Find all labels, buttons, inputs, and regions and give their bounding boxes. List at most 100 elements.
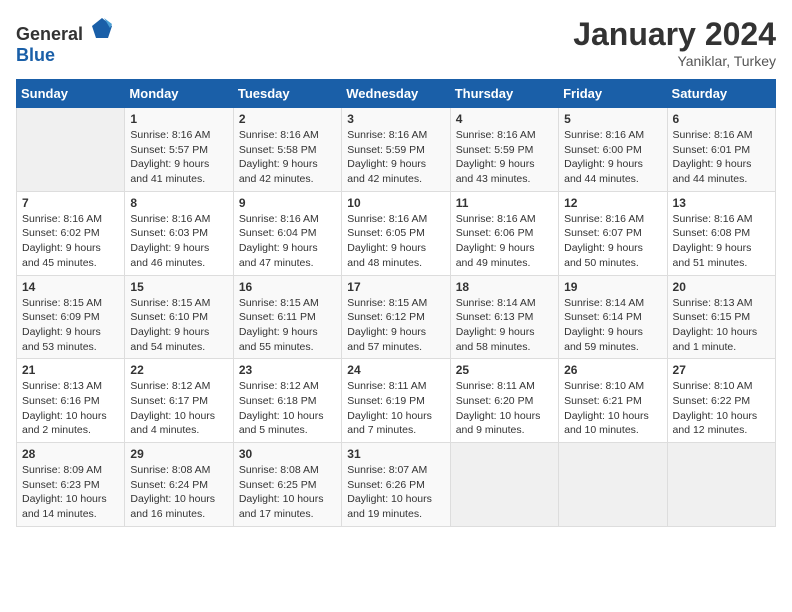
day-number: 15 xyxy=(130,280,227,294)
day-cell: 16 Sunrise: 8:15 AMSunset: 6:11 PMDayligh… xyxy=(233,275,341,359)
day-number: 8 xyxy=(130,196,227,210)
day-cell: 11 Sunrise: 8:16 AMSunset: 6:06 PMDayligh… xyxy=(450,191,558,275)
day-cell: 18 Sunrise: 8:14 AMSunset: 6:13 PMDayligh… xyxy=(450,275,558,359)
day-cell: 19 Sunrise: 8:14 AMSunset: 6:14 PMDayligh… xyxy=(559,275,667,359)
day-number: 9 xyxy=(239,196,336,210)
col-header-thursday: Thursday xyxy=(450,80,558,108)
day-cell: 29Sunrise: 8:08 AMSunset: 6:24 PMDayligh… xyxy=(125,443,233,527)
day-cell: 31 Sunrise: 8:07 AMSunset: 6:26 PMDayligh… xyxy=(342,443,450,527)
col-header-saturday: Saturday xyxy=(667,80,775,108)
day-info: Sunrise: 8:07 AMSunset: 6:26 PMDaylight:… xyxy=(347,463,444,522)
day-cell: 20 Sunrise: 8:13 AMSunset: 6:15 PMDayligh… xyxy=(667,275,775,359)
day-number: 14 xyxy=(22,280,119,294)
day-info: Sunrise: 8:16 AMSunset: 6:00 PMDaylight:… xyxy=(564,128,661,187)
day-info: Sunrise: 8:16 AMSunset: 5:59 PMDaylight:… xyxy=(456,128,553,187)
day-cell: 21Sunrise: 8:13 AMSunset: 6:16 PMDayligh… xyxy=(17,359,125,443)
day-number: 4 xyxy=(456,112,553,126)
day-cell: 8 Sunrise: 8:16 AMSunset: 6:03 PMDaylight… xyxy=(125,191,233,275)
day-cell: 5 Sunrise: 8:16 AMSunset: 6:00 PMDaylight… xyxy=(559,108,667,192)
day-number: 10 xyxy=(347,196,444,210)
day-info: Sunrise: 8:16 AMSunset: 6:08 PMDaylight:… xyxy=(673,212,770,271)
day-info: Sunrise: 8:11 AMSunset: 6:19 PMDaylight:… xyxy=(347,379,444,438)
day-info: Sunrise: 8:15 AMSunset: 6:12 PMDaylight:… xyxy=(347,296,444,355)
week-row-5: 28 Sunrise: 8:09 AMSunset: 6:23 PMDayligh… xyxy=(17,443,776,527)
day-info: Sunrise: 8:10 AMSunset: 6:22 PMDaylight:… xyxy=(673,379,770,438)
page-header: General Blue January 2024 Yaniklar, Turk… xyxy=(16,16,776,69)
day-info: Sunrise: 8:14 AMSunset: 6:14 PMDaylight:… xyxy=(564,296,661,355)
col-header-sunday: Sunday xyxy=(17,80,125,108)
day-number: 25 xyxy=(456,363,553,377)
day-info: Sunrise: 8:12 AMSunset: 6:17 PMDaylight:… xyxy=(130,379,227,438)
calendar-table: SundayMondayTuesdayWednesdayThursdayFrid… xyxy=(16,79,776,527)
day-cell xyxy=(17,108,125,192)
week-row-3: 14 Sunrise: 8:15 AMSunset: 6:09 PMDayligh… xyxy=(17,275,776,359)
day-cell: 4 Sunrise: 8:16 AMSunset: 5:59 PMDaylight… xyxy=(450,108,558,192)
day-info: Sunrise: 8:08 AMSunset: 6:24 PMDaylight:… xyxy=(130,463,227,522)
day-number: 22 xyxy=(130,363,227,377)
day-cell: 12 Sunrise: 8:16 AMSunset: 6:07 PMDayligh… xyxy=(559,191,667,275)
day-info: Sunrise: 8:13 AMSunset: 6:16 PMDaylight:… xyxy=(22,379,119,438)
logo-general: General xyxy=(16,24,83,44)
day-number: 31 xyxy=(347,447,444,461)
day-info: Sunrise: 8:16 AMSunset: 6:04 PMDaylight:… xyxy=(239,212,336,271)
day-number: 6 xyxy=(673,112,770,126)
day-number: 17 xyxy=(347,280,444,294)
day-number: 19 xyxy=(564,280,661,294)
day-info: Sunrise: 8:09 AMSunset: 6:23 PMDaylight:… xyxy=(22,463,119,522)
day-cell xyxy=(559,443,667,527)
day-cell: 1Sunrise: 8:16 AMSunset: 5:57 PMDaylight… xyxy=(125,108,233,192)
day-number: 11 xyxy=(456,196,553,210)
day-info: Sunrise: 8:16 AMSunset: 6:05 PMDaylight:… xyxy=(347,212,444,271)
day-info: Sunrise: 8:08 AMSunset: 6:25 PMDaylight:… xyxy=(239,463,336,522)
day-cell: 24 Sunrise: 8:11 AMSunset: 6:19 PMDayligh… xyxy=(342,359,450,443)
day-number: 5 xyxy=(564,112,661,126)
col-header-wednesday: Wednesday xyxy=(342,80,450,108)
day-info: Sunrise: 8:10 AMSunset: 6:21 PMDaylight:… xyxy=(564,379,661,438)
day-info: Sunrise: 8:15 AMSunset: 6:11 PMDaylight:… xyxy=(239,296,336,355)
day-number: 7 xyxy=(22,196,119,210)
day-cell xyxy=(450,443,558,527)
day-number: 30 xyxy=(239,447,336,461)
week-row-1: 1Sunrise: 8:16 AMSunset: 5:57 PMDaylight… xyxy=(17,108,776,192)
day-info: Sunrise: 8:15 AMSunset: 6:09 PMDaylight:… xyxy=(22,296,119,355)
day-info: Sunrise: 8:13 AMSunset: 6:15 PMDaylight:… xyxy=(673,296,770,355)
logo-icon xyxy=(90,16,114,40)
day-number: 16 xyxy=(239,280,336,294)
day-number: 20 xyxy=(673,280,770,294)
day-cell: 22 Sunrise: 8:12 AMSunset: 6:17 PMDayligh… xyxy=(125,359,233,443)
col-header-tuesday: Tuesday xyxy=(233,80,341,108)
day-cell: 15Sunrise: 8:15 AMSunset: 6:10 PMDayligh… xyxy=(125,275,233,359)
subtitle: Yaniklar, Turkey xyxy=(573,53,776,69)
day-cell: 6 Sunrise: 8:16 AMSunset: 6:01 PMDaylight… xyxy=(667,108,775,192)
day-info: Sunrise: 8:14 AMSunset: 6:13 PMDaylight:… xyxy=(456,296,553,355)
day-info: Sunrise: 8:16 AMSunset: 6:06 PMDaylight:… xyxy=(456,212,553,271)
day-number: 28 xyxy=(22,447,119,461)
day-number: 27 xyxy=(673,363,770,377)
day-cell: 14 Sunrise: 8:15 AMSunset: 6:09 PMDayligh… xyxy=(17,275,125,359)
day-number: 24 xyxy=(347,363,444,377)
day-info: Sunrise: 8:16 AMSunset: 6:01 PMDaylight:… xyxy=(673,128,770,187)
col-header-friday: Friday xyxy=(559,80,667,108)
day-cell: 3Sunrise: 8:16 AMSunset: 5:59 PMDaylight… xyxy=(342,108,450,192)
col-header-monday: Monday xyxy=(125,80,233,108)
day-cell: 9 Sunrise: 8:16 AMSunset: 6:04 PMDaylight… xyxy=(233,191,341,275)
day-cell: 26 Sunrise: 8:10 AMSunset: 6:21 PMDayligh… xyxy=(559,359,667,443)
main-title: January 2024 xyxy=(573,16,776,53)
day-info: Sunrise: 8:16 AMSunset: 6:02 PMDaylight:… xyxy=(22,212,119,271)
week-row-2: 7 Sunrise: 8:16 AMSunset: 6:02 PMDaylight… xyxy=(17,191,776,275)
day-number: 26 xyxy=(564,363,661,377)
title-block: January 2024 Yaniklar, Turkey xyxy=(573,16,776,69)
day-info: Sunrise: 8:12 AMSunset: 6:18 PMDaylight:… xyxy=(239,379,336,438)
day-number: 1 xyxy=(130,112,227,126)
day-info: Sunrise: 8:16 AMSunset: 6:07 PMDaylight:… xyxy=(564,212,661,271)
day-number: 18 xyxy=(456,280,553,294)
day-cell: 13Sunrise: 8:16 AMSunset: 6:08 PMDayligh… xyxy=(667,191,775,275)
day-number: 3 xyxy=(347,112,444,126)
day-info: Sunrise: 8:16 AMSunset: 6:03 PMDaylight:… xyxy=(130,212,227,271)
logo-text: General Blue xyxy=(16,16,114,66)
logo-blue: Blue xyxy=(16,45,55,65)
day-cell: 7 Sunrise: 8:16 AMSunset: 6:02 PMDaylight… xyxy=(17,191,125,275)
day-cell: 27 Sunrise: 8:10 AMSunset: 6:22 PMDayligh… xyxy=(667,359,775,443)
day-number: 12 xyxy=(564,196,661,210)
day-cell: 25Sunrise: 8:11 AMSunset: 6:20 PMDayligh… xyxy=(450,359,558,443)
